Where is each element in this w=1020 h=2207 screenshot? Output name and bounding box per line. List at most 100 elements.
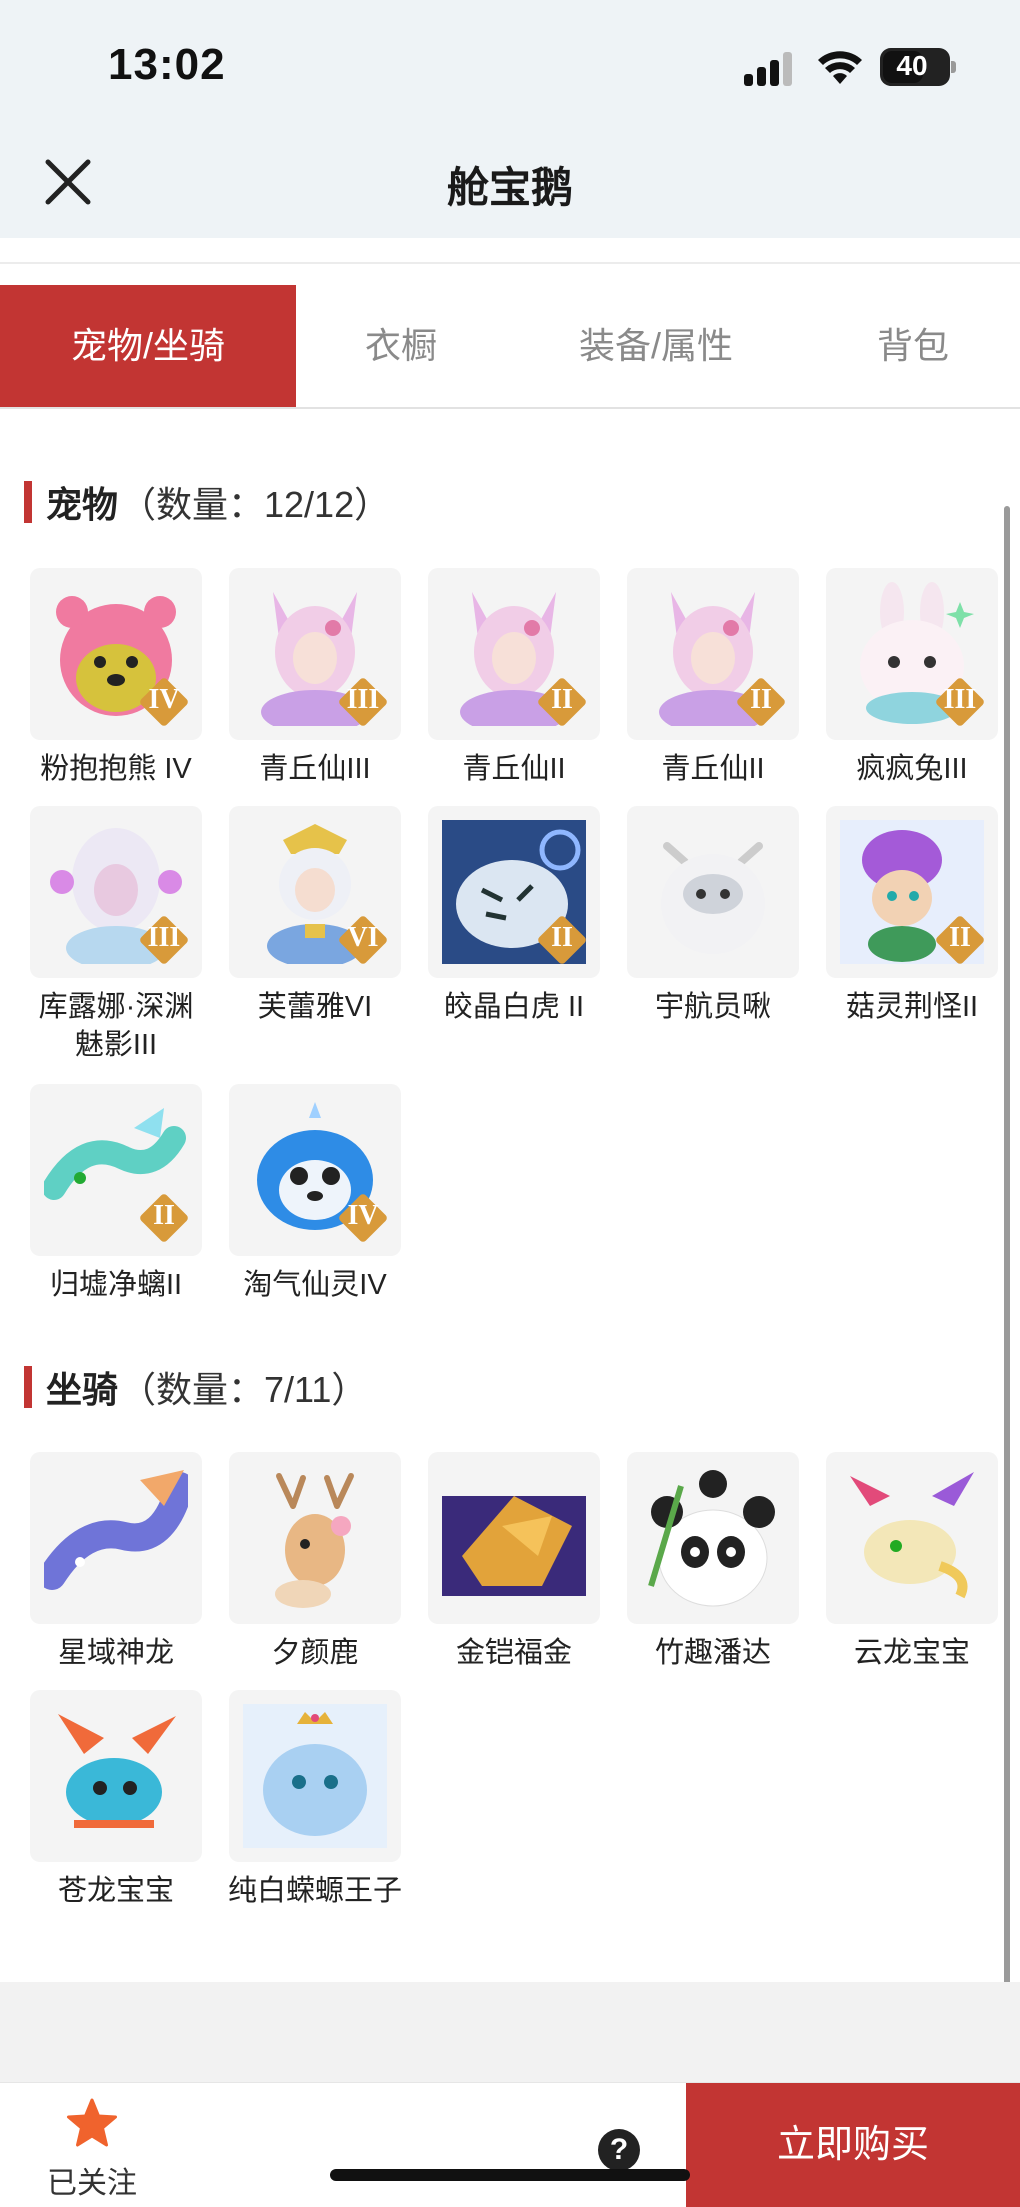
mounts-item[interactable]: 金铠福金 [424,1452,604,1672]
tier-label: IV [347,1200,379,1231]
battery-icon: 40 [880,48,956,86]
pets-name: 青丘仙II [462,753,566,785]
mounts-item[interactable]: 纯白蝾螈王子 [225,1690,405,1910]
pets-thumbnail: III [30,806,202,978]
footer-spacer [0,1982,1020,2082]
pets-thumbnail: IV [229,1084,401,1256]
tier-label: II [551,684,573,715]
pets-item[interactable]: IV 粉抱抱熊 IV [26,568,206,788]
mounts-name: 竹趣潘达 [654,1637,771,1669]
tier-label: II [949,922,971,953]
pets-thumbnail: III [826,568,998,740]
pets-thumbnail: VI [229,806,401,978]
pets-name: 粉抱抱熊 IV [40,753,192,785]
help-icon[interactable]: ? [598,2129,640,2171]
mounts-item[interactable]: 竹趣潘达 [623,1452,803,1672]
pets-item[interactable]: III 疯疯兔III [822,568,1002,788]
panda-icon [648,1470,775,1607]
tier-label: III [346,684,380,715]
mounts-name: 云龙宝宝 [853,1637,970,1669]
mounts-thumbnail [826,1452,998,1624]
tier-label: II [750,684,772,715]
tab-equipment[interactable]: 装备/属性 [506,285,806,407]
pets-thumbnail: II [826,806,998,978]
pets-name: 青丘仙III [259,753,371,785]
mounts-name: 苍龙宝宝 [57,1875,174,1907]
status-time: 13:02 [108,40,226,89]
pets-thumbnail [627,806,799,978]
pets-item[interactable]: 宇航员啾 [623,806,803,1026]
pets-name: 菇灵荆怪II [845,991,979,1023]
pets-thumbnail: IV [30,568,202,740]
tier-label: IV [148,684,180,715]
tier-badge: III [934,676,986,728]
pets-item[interactable]: II 菇灵荆怪II [822,806,1002,1026]
tier-badge: II [138,1192,190,1244]
mounts-section-header: 坐骑 （数量：7/11） [24,1362,367,1412]
buy-now-button[interactable]: 立即购买 [686,2083,1020,2207]
white-axolotl-icon [243,1704,387,1848]
golden-armor-icon [442,1496,586,1596]
scrollbar[interactable] [1004,506,1010,2166]
tab-backpack[interactable]: 背包 [806,285,1020,407]
follow-label: 已关注 [47,2167,137,2200]
star-icon [67,2098,117,2147]
tier-badge: VI [337,914,389,966]
tier-badge: IV [337,1192,389,1244]
mounts-thumbnail [30,1452,202,1624]
mounts-name: 夕颜鹿 [271,1637,359,1669]
tier-badge: II [934,914,986,966]
battery-level: 40 [896,50,928,81]
tier-badge: III [138,914,190,966]
tier-label: II [153,1200,175,1231]
tab-pets-mounts[interactable]: 宠物/坐骑 [0,285,296,407]
mounts-title: 坐骑 [46,1369,119,1410]
pets-item[interactable]: IV 淘气仙灵IV [225,1084,405,1304]
pets-name: 青丘仙II [661,753,765,785]
mounts-name: 星域神龙 [57,1637,174,1669]
tier-badge: II [536,914,588,966]
pets-name: 归墟净螭II [49,1269,183,1301]
astronaut-icon [661,842,765,954]
mounts-item[interactable]: 云龙宝宝 [822,1452,1002,1672]
pets-item[interactable]: II 皎晶白虎 II [424,806,604,1026]
mounts-thumbnail [229,1452,401,1624]
pets-item[interactable]: VI 芙蕾雅VI [225,806,405,1026]
tier-label: VI [347,922,379,953]
pets-name: 皎晶白虎 II [443,991,585,1023]
tab-wardrobe[interactable]: 衣橱 [296,285,506,407]
cloud-dragon-icon [850,1472,974,1599]
follow-button[interactable]: 已关注 [40,2097,144,2202]
page-title: 舱宝鹅 [446,164,573,211]
mounts-item[interactable]: 苍龙宝宝 [26,1690,206,1910]
mounts-thumbnail [627,1452,799,1624]
pets-name: 淘气仙灵IV [243,1269,387,1301]
pets-item[interactable]: III 库露娜·深渊魅影III [26,806,206,1064]
tier-badge: II [536,676,588,728]
tier-label: III [147,922,181,953]
pets-item[interactable]: III 青丘仙III [225,568,405,788]
pets-section-header: 宠物 （数量：12/12） [24,477,390,527]
azure-dragon-icon [58,1714,176,1828]
tier-badge: III [337,676,389,728]
pets-name: 库露娜·深渊魅影III [38,991,194,1061]
mounts-thumbnail [229,1690,401,1862]
tier-badge: IV [138,676,190,728]
star-dragon-icon [44,1470,188,1590]
pets-item[interactable]: II 归墟净螭II [26,1084,206,1304]
mounts-item[interactable]: 夕颜鹿 [225,1452,405,1672]
mounts-thumbnail [30,1690,202,1862]
mounts-item[interactable]: 星域神龙 [26,1452,206,1672]
pets-item[interactable]: II 青丘仙II [623,568,803,788]
pets-title: 宠物 [46,484,119,525]
wifi-icon [818,51,862,84]
mounts-count: （数量：7/11） [120,1369,368,1410]
mounts-name: 金铠福金 [455,1637,572,1669]
pets-name: 芙蕾雅VI [257,991,373,1023]
status-bar: 13:02 40 [0,0,1020,130]
pets-item[interactable]: II 青丘仙II [424,568,604,788]
cellular-signal-icon [744,52,796,86]
pets-count: （数量：12/12） [120,484,391,525]
pets-thumbnail: II [428,806,600,978]
mounts-thumbnail [428,1452,600,1624]
